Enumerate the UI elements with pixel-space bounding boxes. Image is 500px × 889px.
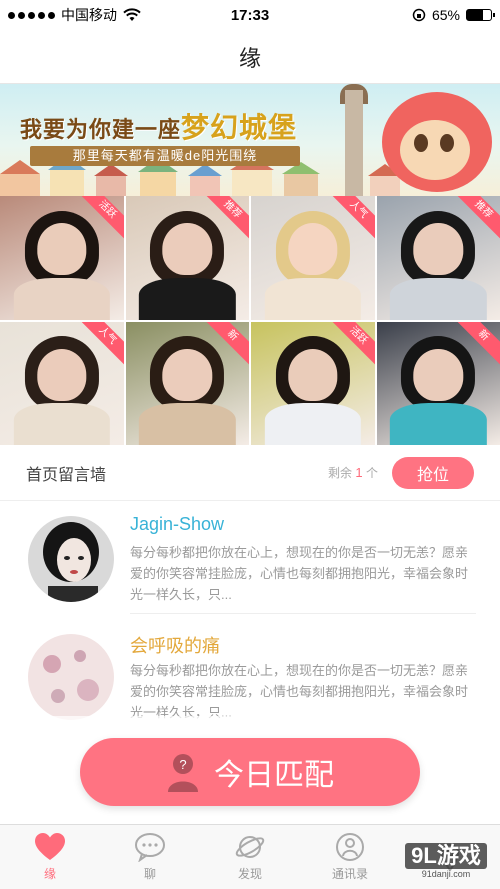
contacts-icon [336, 833, 364, 861]
svg-text:?: ? [179, 757, 186, 772]
avatar[interactable] [28, 634, 114, 720]
battery-icon [466, 9, 495, 21]
tab-label: 聊 [143, 867, 156, 881]
tab-chat[interactable]: 聊 [100, 825, 200, 889]
list-item[interactable]: Jagin-Show 每分每秒都把你放在心上，想现在的你是否一切无恙？愿亲爱的你… [0, 502, 500, 614]
watermark-url: 91danji.com [421, 869, 471, 879]
photo-face [288, 223, 338, 276]
tab-fate[interactable]: 缘 [0, 825, 100, 889]
nav-bar: 缘 [0, 30, 500, 84]
tab-label: 发现 [237, 867, 262, 881]
photo-face [162, 223, 212, 276]
profile-photo-grid: 活跃 推荐 人气 推荐 人气新活跃新 [0, 196, 500, 445]
profile-photo[interactable]: 推荐 [376, 196, 500, 320]
status-right: 65% [312, 7, 495, 23]
profile-photo[interactable]: 新 [125, 321, 249, 445]
photo-face [288, 348, 338, 401]
profile-photo[interactable]: 人气 [251, 196, 375, 320]
profile-photo[interactable]: 活跃 [0, 196, 124, 320]
remaining-suffix: 个 [365, 466, 378, 480]
photo-body [13, 277, 110, 320]
battery-percent: 65% [431, 7, 460, 23]
photo-face [413, 223, 463, 276]
remaining-count: 1 [355, 465, 363, 480]
message-text: 每分每秒都把你放在心上，想现在的你是否一切无恙？愿亲爱的你笑容常挂脸庞，心情也每… [130, 545, 469, 602]
profile-photo[interactable]: 人气 [0, 321, 124, 445]
carrier-label: 中国移动 [61, 7, 117, 23]
message-author[interactable]: Jagin-Show [130, 514, 224, 535]
remaining-prefix: 剩余 [328, 466, 353, 480]
status-bar: 中国移动 17:33 65% [0, 0, 500, 30]
heart-icon [35, 833, 65, 860]
photo-body [139, 277, 236, 320]
photo-body [264, 277, 361, 320]
clock-tower [345, 90, 363, 196]
banner-title: 我要为你建一座梦幻城堡 [20, 106, 297, 146]
cartoon-monkey-face [400, 120, 470, 180]
message-author[interactable]: 会呼吸的痛 [130, 632, 220, 658]
remaining-slots: 剩余 1 个 [328, 464, 378, 481]
photo-body [390, 277, 487, 320]
chat-bubble-icon [135, 833, 165, 862]
banner-title-emphasis: 梦幻城堡 [181, 112, 298, 143]
today-match-button[interactable]: ? 今日匹配 [80, 738, 420, 806]
banner-title-prefix: 我要为你建一座 [20, 117, 182, 142]
tab-contacts[interactable]: 通讯录 [300, 825, 400, 889]
promo-banner[interactable]: 我要为你建一座梦幻城堡 那里每天都有温暖de阳光围绕 [0, 84, 500, 196]
banner-subtitle: 那里每天都有温暖de阳光围绕 [30, 146, 300, 166]
question-person-icon: ? [168, 754, 198, 792]
message-wall-header: 首页留言墙 剩余 1 个 抢位 [0, 445, 500, 501]
status-time: 17:33 [230, 6, 270, 24]
divider [130, 613, 476, 614]
photo-body [390, 403, 487, 445]
wifi-icon [123, 8, 141, 21]
orientation-lock-icon [412, 8, 426, 22]
status-left: 中国移动 [8, 5, 188, 25]
battery-fill [467, 10, 483, 20]
today-match-label: 今日匹配 [214, 759, 334, 792]
tab-discover[interactable]: 发现 [200, 825, 300, 889]
watermark-logo: 9L游戏 [405, 843, 487, 869]
page-title: 缘 [238, 45, 261, 71]
photo-face [413, 348, 463, 401]
site-watermark: 9L游戏 91danji.com [396, 843, 496, 883]
photo-body [264, 403, 361, 445]
photo-face [37, 223, 87, 276]
photo-face [37, 348, 87, 401]
message-text: 每分每秒都把你放在心上，想现在的你是否一切无恙？愿亲爱的你笑容常挂脸庞，心情也每… [130, 663, 469, 720]
profile-photo[interactable]: 推荐 [125, 196, 249, 320]
photo-body [139, 403, 236, 445]
photo-body [13, 403, 110, 445]
profile-photo[interactable]: 活跃 [251, 321, 375, 445]
signal-dots-icon [8, 11, 55, 19]
planet-icon [235, 836, 265, 858]
photo-face [162, 348, 212, 401]
tab-label: 通讯录 [331, 867, 368, 881]
tab-label: 缘 [43, 867, 56, 881]
avatar[interactable] [28, 516, 114, 602]
message-wall-title: 首页留言墙 [26, 466, 107, 484]
profile-photo[interactable]: 新 [376, 321, 500, 445]
grab-slot-button[interactable]: 抢位 [392, 456, 474, 489]
